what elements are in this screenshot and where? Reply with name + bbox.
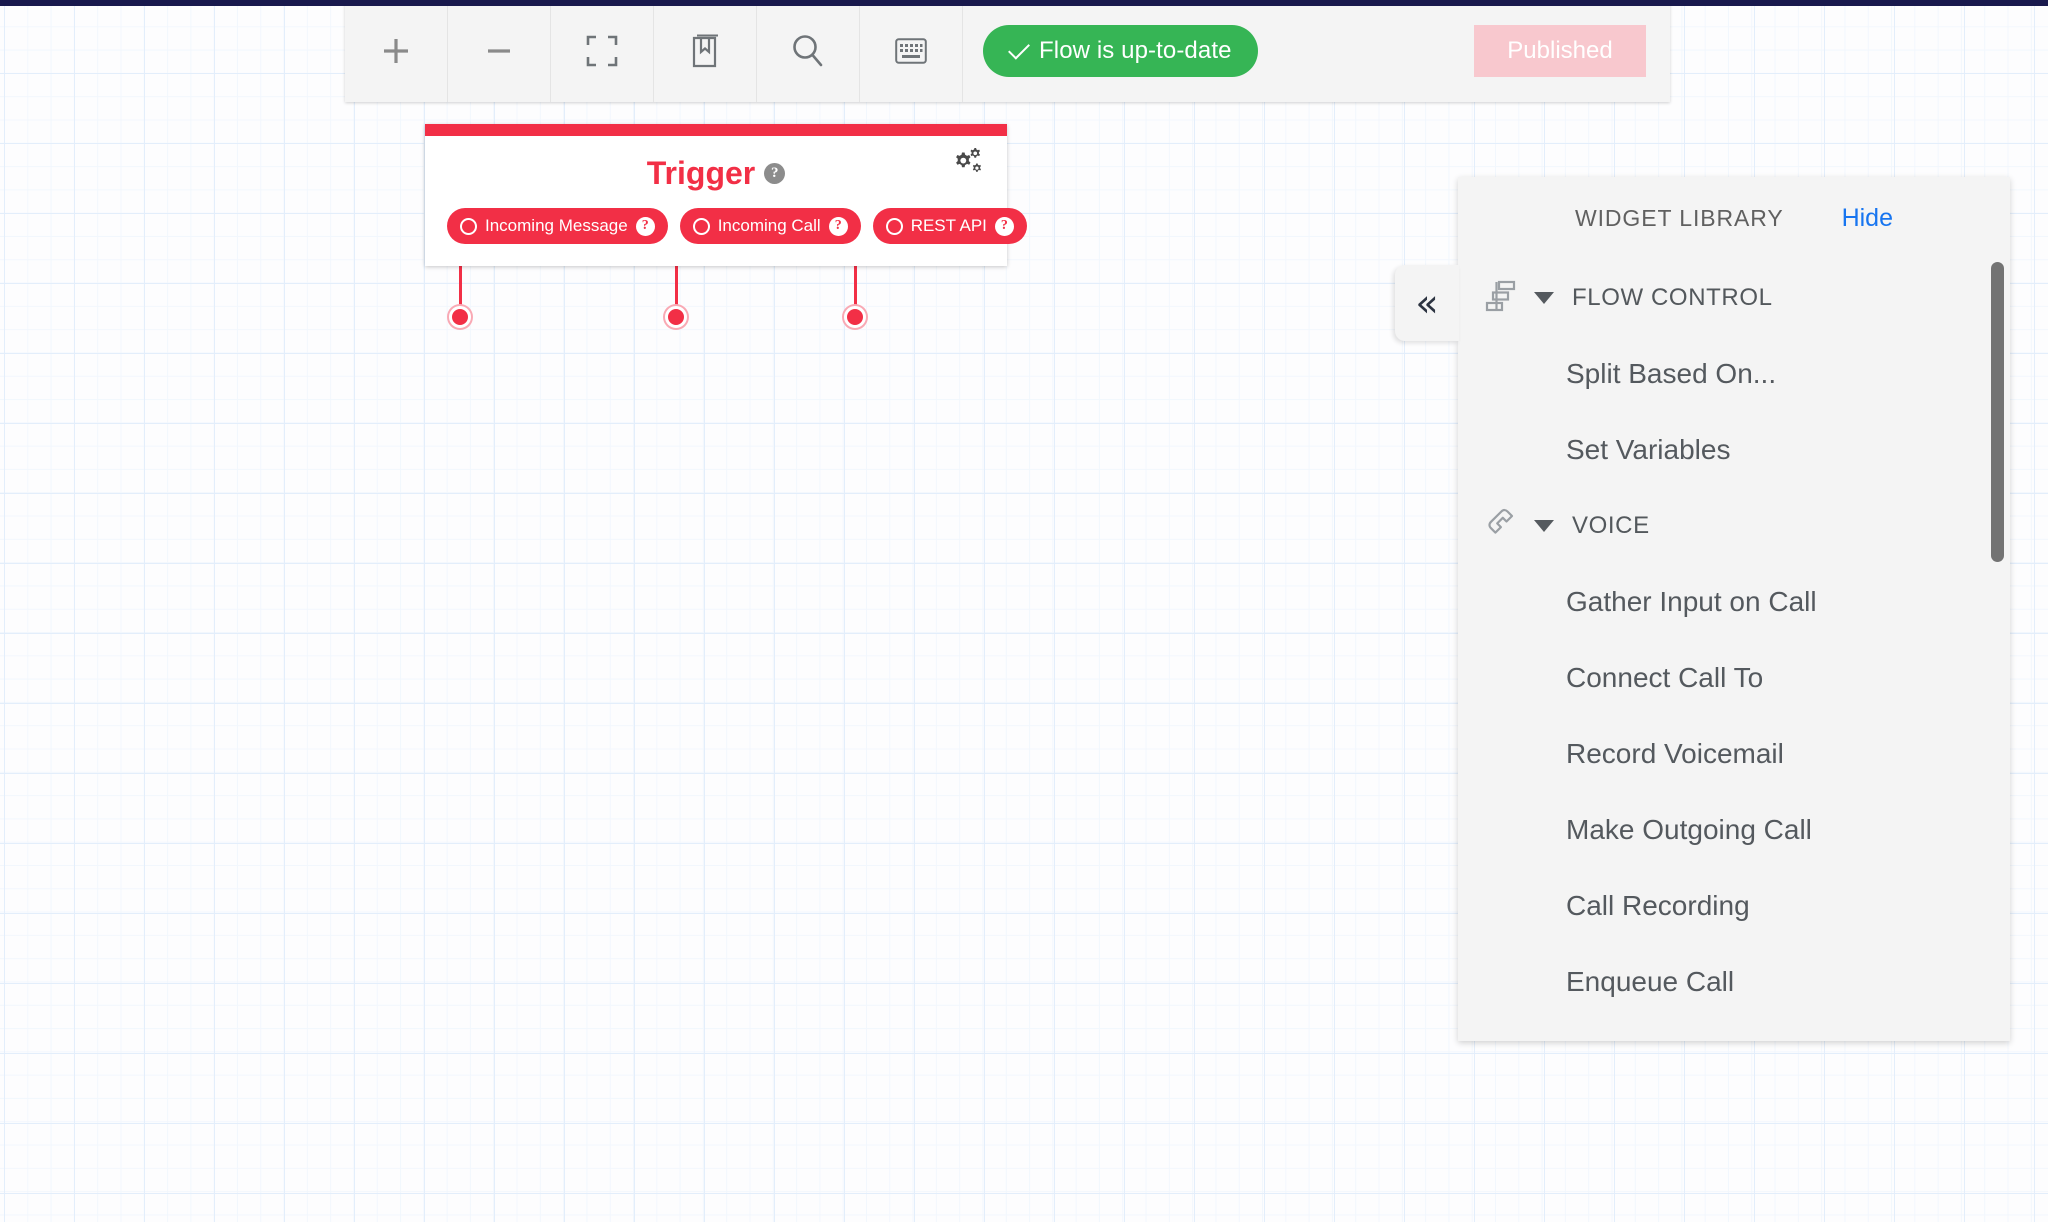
caret-down-icon (1534, 292, 1554, 304)
caret-down-icon (1534, 520, 1554, 532)
widget-library-header: WIDGET LIBRARY Hide (1458, 177, 2010, 260)
flow-control-split-icon (1482, 278, 1518, 319)
documentation-book-icon (688, 32, 722, 70)
app-top-band (0, 0, 2048, 6)
trigger-node-accent-bar (425, 124, 1007, 136)
widget-item-gather-input-on-call[interactable]: Gather Input on Call (1458, 564, 2010, 640)
search-icon (789, 32, 827, 70)
keyboard-icon (895, 38, 927, 64)
plus-icon (379, 34, 413, 68)
widget-library-collapse-button[interactable]: « (1395, 265, 1459, 341)
help-circle-icon[interactable]: ? (764, 162, 786, 184)
connector-endpoint-incoming-call[interactable] (665, 306, 687, 328)
gears-icon[interactable] (951, 146, 985, 183)
widget-library-hide-link[interactable]: Hide (1842, 204, 1893, 233)
widget-item-enqueue-call[interactable]: Enqueue Call (1458, 944, 2010, 1020)
zoom-out-button[interactable] (448, 0, 551, 102)
widget-library-title: WIDGET LIBRARY (1575, 205, 1784, 231)
trigger-pill-rest-api[interactable]: REST API ? (872, 208, 1027, 244)
check-icon (1008, 37, 1030, 60)
widget-group-label: VOICE (1572, 512, 1650, 539)
canvas-toolbar: Flow is up-to-date Published (345, 0, 1670, 102)
trigger-pill-incoming-call[interactable]: Incoming Call ? (679, 208, 861, 244)
publish-button[interactable]: Published (1474, 25, 1646, 77)
trigger-title-row: Trigger ? (425, 150, 1007, 196)
trigger-node-body: Trigger ? Incoming Message ? Incoming Ca… (425, 136, 1027, 266)
flow-status-badge[interactable]: Flow is up-to-date (983, 25, 1258, 77)
minus-icon (482, 34, 516, 68)
documentation-button[interactable] (654, 0, 757, 102)
trigger-pill-label: Incoming Call (717, 216, 821, 235)
widget-item-make-outgoing-call[interactable]: Make Outgoing Call (1458, 792, 2010, 868)
help-circle-icon[interactable]: ? (994, 216, 1014, 236)
trigger-output-pills: Incoming Message ? Incoming Call ? REST … (425, 196, 1027, 244)
widget-library-list: FLOW CONTROL Split Based On... Set Varia… (1458, 260, 2010, 1041)
output-ring-icon (692, 217, 710, 235)
widget-item-connect-call-to[interactable]: Connect Call To (1458, 640, 2010, 716)
trigger-pill-label: Incoming Message (485, 216, 628, 235)
zoom-in-button[interactable] (345, 0, 448, 102)
phone-handset-icon (1482, 506, 1518, 547)
trigger-node[interactable]: Trigger ? Incoming Message ? Incoming Ca… (425, 124, 1027, 266)
help-circle-icon[interactable]: ? (635, 216, 655, 236)
widget-group-label: FLOW CONTROL (1572, 284, 1773, 311)
widget-library-scrollbar[interactable] (1991, 262, 2004, 562)
fit-to-screen-icon (584, 33, 620, 69)
search-button[interactable] (757, 0, 860, 102)
trigger-title: Trigger (646, 154, 756, 191)
double-chevron-left-icon: « (1415, 281, 1439, 325)
widget-group-voice[interactable]: VOICE (1458, 488, 2010, 564)
trigger-pill-incoming-message[interactable]: Incoming Message ? (447, 208, 668, 244)
flow-status-label: Flow is up-to-date (1039, 37, 1232, 64)
connector-endpoint-rest-api[interactable] (844, 306, 866, 328)
trigger-pill-label: REST API (910, 216, 987, 235)
widget-item-split-based-on[interactable]: Split Based On... (1458, 336, 2010, 412)
widget-item-set-variables[interactable]: Set Variables (1458, 412, 2010, 488)
output-ring-icon (885, 217, 903, 235)
fit-to-screen-button[interactable] (551, 0, 654, 102)
output-ring-icon (460, 217, 477, 235)
widget-library-panel: « WIDGET LIBRARY Hide FLOW CONTROL Split… (1395, 177, 2010, 1041)
help-circle-icon[interactable]: ? (828, 216, 848, 236)
connector-endpoint-incoming-message[interactable] (449, 306, 471, 328)
widget-item-call-recording[interactable]: Call Recording (1458, 868, 2010, 944)
widget-item-record-voicemail[interactable]: Record Voicemail (1458, 716, 2010, 792)
keyboard-shortcuts-button[interactable] (860, 0, 963, 102)
widget-group-flow-control[interactable]: FLOW CONTROL (1458, 260, 2010, 336)
